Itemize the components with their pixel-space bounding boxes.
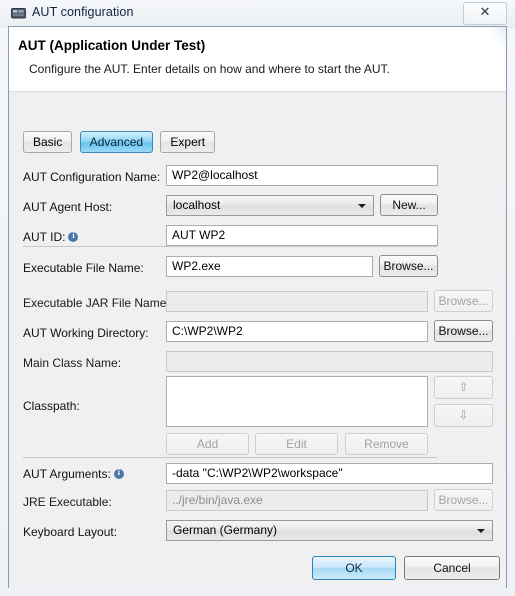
dialog-window: AUT configuration ✕ AUT (Application Und… <box>0 0 515 596</box>
keyboard-layout-value: German (Germany) <box>173 523 278 537</box>
aut-working-directory-input[interactable]: C:\WP2\WP2 <box>166 321 428 342</box>
jre-executable-input[interactable]: ../jre/bin/java.exe <box>166 490 428 511</box>
tab-basic[interactable]: Basic <box>23 131 73 153</box>
label-aut-arguments-text: AUT Arguments: <box>23 467 111 481</box>
label-keyboard-layout: Keyboard Layout: <box>23 525 118 539</box>
label-aut-id: AUT ID: <box>23 230 79 244</box>
close-button[interactable]: ✕ <box>463 2 507 25</box>
cancel-button[interactable]: Cancel <box>404 556 500 580</box>
tab-bar: Basic Advanced Expert <box>23 131 219 153</box>
label-executable-file-name: Executable File Name: <box>23 261 144 275</box>
chevron-down-icon <box>358 204 366 208</box>
separator-1 <box>23 246 437 247</box>
aut-agent-host-value: localhost <box>173 198 221 212</box>
label-executable-jar-file-name: Executable JAR File Name: <box>23 296 170 310</box>
ok-button[interactable]: OK <box>312 556 396 580</box>
browse-executable-file-button[interactable]: Browse... <box>379 255 438 277</box>
tab-expert[interactable]: Expert <box>160 131 216 153</box>
label-aut-configuration-name: AUT Configuration Name: <box>23 170 161 184</box>
info-icon-arguments[interactable] <box>113 468 124 479</box>
arrow-down-icon: ⇩ <box>458 408 469 422</box>
separator-2 <box>23 457 437 458</box>
aut-arguments-input[interactable]: -data "C:\WP2\WP2\workspace" <box>166 463 493 484</box>
classpath-add-button[interactable]: Add <box>166 433 249 455</box>
arrow-up-icon: ⇧ <box>458 380 469 394</box>
new-agent-host-button[interactable]: New... <box>380 194 438 216</box>
label-aut-working-directory: AUT Working Directory: <box>23 326 149 340</box>
classpath-move-up-button[interactable]: ⇧ <box>434 376 493 399</box>
executable-file-name-input[interactable]: WP2.exe <box>166 256 373 277</box>
window-title: AUT configuration <box>32 5 134 19</box>
classpath-move-down-button[interactable]: ⇩ <box>434 404 493 427</box>
dialog-content: Basic Advanced Expert AUT Configuration … <box>9 92 506 588</box>
dialog-panel: AUT (Application Under Test) Configure t… <box>8 26 507 588</box>
label-aut-id-text: AUT ID: <box>23 230 66 244</box>
label-jre-executable: JRE Executable: <box>23 495 112 509</box>
aut-agent-host-combo[interactable]: localhost <box>166 195 374 216</box>
tab-advanced[interactable]: Advanced <box>79 131 154 153</box>
keyboard-layout-combo[interactable]: German (Germany) <box>166 520 493 541</box>
browse-executable-jar-button[interactable]: Browse... <box>434 290 493 312</box>
chevron-down-icon-keyboard <box>477 529 485 533</box>
page-title: AUT (Application Under Test) <box>18 38 206 53</box>
title-bar: AUT configuration ✕ <box>0 0 515 28</box>
label-aut-agent-host: AUT Agent Host: <box>23 200 113 214</box>
aut-id-input[interactable]: AUT WP2 <box>166 225 438 246</box>
executable-jar-file-name-input[interactable] <box>166 291 428 312</box>
classpath-remove-button[interactable]: Remove <box>345 433 428 455</box>
main-class-name-input[interactable] <box>166 351 493 372</box>
close-icon: ✕ <box>479 5 491 20</box>
browse-working-directory-button[interactable]: Browse... <box>434 320 493 342</box>
header-decoration-2 <box>386 27 506 91</box>
page-description: Configure the AUT. Enter details on how … <box>29 62 390 76</box>
app-icon <box>11 8 26 19</box>
classpath-edit-button[interactable]: Edit <box>255 433 338 455</box>
classpath-listbox[interactable] <box>166 376 428 427</box>
info-icon[interactable] <box>68 231 79 242</box>
label-classpath: Classpath: <box>23 399 80 413</box>
dialog-header: AUT (Application Under Test) Configure t… <box>9 27 506 92</box>
aut-configuration-name-input[interactable]: WP2@localhost <box>166 165 438 186</box>
label-aut-arguments: AUT Arguments: <box>23 467 124 481</box>
label-main-class-name: Main Class Name: <box>23 356 122 370</box>
browse-jre-executable-button[interactable]: Browse... <box>434 489 493 511</box>
